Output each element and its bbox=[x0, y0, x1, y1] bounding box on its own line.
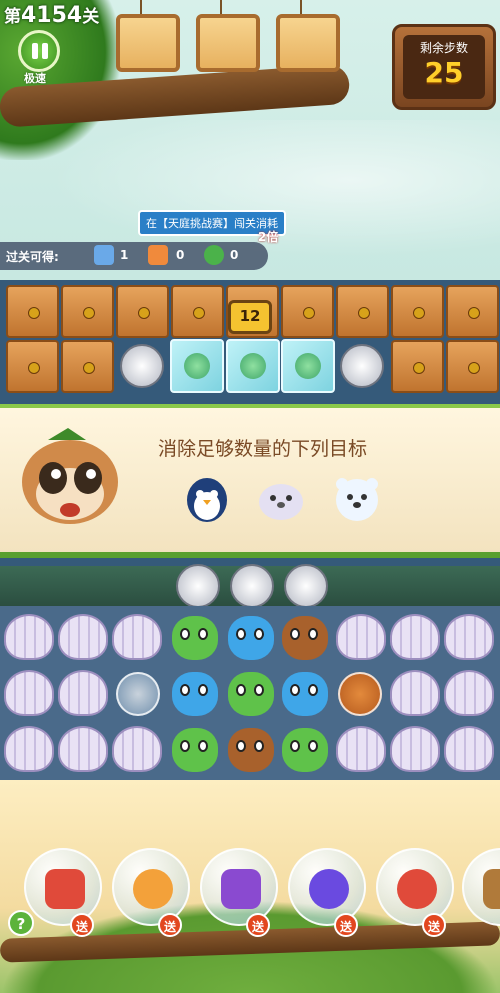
crate-tile[interactable] bbox=[116, 285, 169, 338]
shell-tile[interactable] bbox=[444, 614, 494, 660]
seal-icon bbox=[259, 484, 303, 520]
clock-icon bbox=[133, 869, 173, 909]
shell-tile[interactable] bbox=[444, 726, 494, 772]
shell-tile[interactable] bbox=[390, 670, 440, 716]
reward-count: 0 bbox=[230, 248, 239, 262]
bubble-orange-tile[interactable] bbox=[338, 672, 382, 716]
frog-tile[interactable] bbox=[282, 728, 328, 772]
polar-bear-icon bbox=[336, 478, 378, 521]
raccoon-mascot-icon bbox=[22, 428, 118, 524]
shell-tile[interactable] bbox=[58, 670, 108, 716]
moves-panel: 剩余步数 25 bbox=[392, 24, 496, 110]
color-grid-icon bbox=[45, 869, 85, 909]
hippo-tile[interactable] bbox=[172, 672, 218, 716]
level-indicator: 第4154关 bbox=[4, 2, 99, 28]
shell-tile[interactable] bbox=[112, 726, 162, 772]
game-screen: 第4154关 极速 剩余步数 25 在【天庭挑战赛】闯关消耗 2倍 过关可得: … bbox=[0, 0, 500, 993]
goal-slot bbox=[196, 14, 260, 72]
booster-bird-swap[interactable] bbox=[200, 848, 278, 926]
shell-tile[interactable] bbox=[336, 614, 386, 660]
ice-flower-tile[interactable] bbox=[170, 339, 224, 393]
pause-icon-bar bbox=[42, 43, 48, 59]
ticket-icon bbox=[148, 245, 168, 265]
level-number: 4154 bbox=[21, 3, 83, 28]
crate-tile[interactable] bbox=[61, 340, 114, 393]
shell-tile[interactable] bbox=[4, 726, 54, 772]
booster-up-rocket[interactable] bbox=[376, 848, 454, 926]
ice-flower-tile[interactable] bbox=[281, 339, 335, 393]
moves-label: 剩余步数 bbox=[419, 41, 468, 55]
crate-tile[interactable] bbox=[391, 340, 444, 393]
rewards-bar: 过关可得: 1 0 0 bbox=[0, 242, 268, 270]
send-badge: 送 bbox=[158, 913, 182, 937]
vine-divider bbox=[0, 564, 500, 608]
bubble-blue-tile[interactable] bbox=[116, 672, 160, 716]
hippo-tile[interactable] bbox=[282, 672, 328, 716]
frog-tile[interactable] bbox=[172, 728, 218, 772]
crate-tile[interactable] bbox=[61, 285, 114, 338]
shell-tile[interactable] bbox=[4, 614, 54, 660]
shell-tile[interactable] bbox=[58, 614, 108, 660]
rewards-label: 过关可得: bbox=[6, 250, 59, 264]
booster-color-grid[interactable] bbox=[24, 848, 102, 926]
gift-box-icon bbox=[94, 245, 114, 265]
send-badge: 送 bbox=[246, 913, 270, 937]
crate-tile[interactable] bbox=[336, 285, 389, 338]
crate-tile[interactable] bbox=[171, 285, 224, 338]
clover-icon bbox=[204, 245, 224, 265]
speed-label: 极速 bbox=[24, 72, 46, 85]
send-badge: 送 bbox=[422, 913, 446, 937]
pause-icon bbox=[32, 43, 38, 59]
goal-popup-title: 消除足够数量的下列目标 bbox=[158, 438, 368, 460]
shell-tile[interactable] bbox=[58, 726, 108, 772]
goal-slot bbox=[116, 14, 180, 72]
timer-block: 12 bbox=[228, 300, 272, 334]
crate-tile[interactable] bbox=[281, 285, 334, 338]
rocket-arrows-icon bbox=[309, 869, 349, 909]
silver-coin-tile[interactable] bbox=[120, 344, 164, 388]
bear-tile[interactable] bbox=[228, 728, 274, 772]
silver-coin-tile[interactable] bbox=[176, 564, 220, 608]
shell-tile[interactable] bbox=[336, 726, 386, 772]
send-badge: 送 bbox=[334, 913, 358, 937]
bear-tile[interactable] bbox=[282, 616, 328, 660]
level-suffix: 关 bbox=[82, 7, 100, 27]
hippo-tile[interactable] bbox=[228, 616, 274, 660]
crate-tile[interactable] bbox=[391, 285, 444, 338]
silver-coin-tile[interactable] bbox=[230, 564, 274, 608]
reward-count: 0 bbox=[176, 248, 185, 262]
ice-flower-tile[interactable] bbox=[226, 339, 280, 393]
crate-tile[interactable] bbox=[6, 340, 59, 393]
shell-tile[interactable] bbox=[390, 614, 440, 660]
pause-button[interactable] bbox=[18, 30, 60, 72]
frog-tile[interactable] bbox=[228, 672, 274, 716]
crate-tile[interactable] bbox=[6, 285, 59, 338]
hammer-icon bbox=[483, 869, 500, 909]
booster-rocket-arrows[interactable] bbox=[288, 848, 366, 926]
penguin-icon bbox=[187, 478, 227, 522]
frog-tile[interactable] bbox=[172, 616, 218, 660]
shell-tile[interactable] bbox=[444, 670, 494, 716]
shell-tile[interactable] bbox=[112, 614, 162, 660]
crate-tile[interactable] bbox=[446, 340, 499, 393]
send-badge: 送 bbox=[70, 913, 94, 937]
shell-tile[interactable] bbox=[390, 726, 440, 772]
help-button[interactable]: ? bbox=[8, 910, 34, 936]
level-prefix: 第 bbox=[4, 7, 21, 27]
bird-swap-icon bbox=[221, 869, 261, 909]
game-board-lower[interactable] bbox=[0, 606, 500, 780]
booster-clock[interactable] bbox=[112, 848, 190, 926]
silver-coin-tile[interactable] bbox=[340, 344, 384, 388]
reward-count: 1 bbox=[120, 248, 129, 262]
event-multiplier: 2倍 bbox=[258, 230, 279, 244]
goal-slot bbox=[276, 14, 340, 72]
silver-coin-tile[interactable] bbox=[284, 564, 328, 608]
shell-tile[interactable] bbox=[4, 670, 54, 716]
moves-value: 25 bbox=[424, 56, 464, 89]
crate-tile[interactable] bbox=[446, 285, 499, 338]
up-rocket-icon bbox=[397, 869, 437, 909]
